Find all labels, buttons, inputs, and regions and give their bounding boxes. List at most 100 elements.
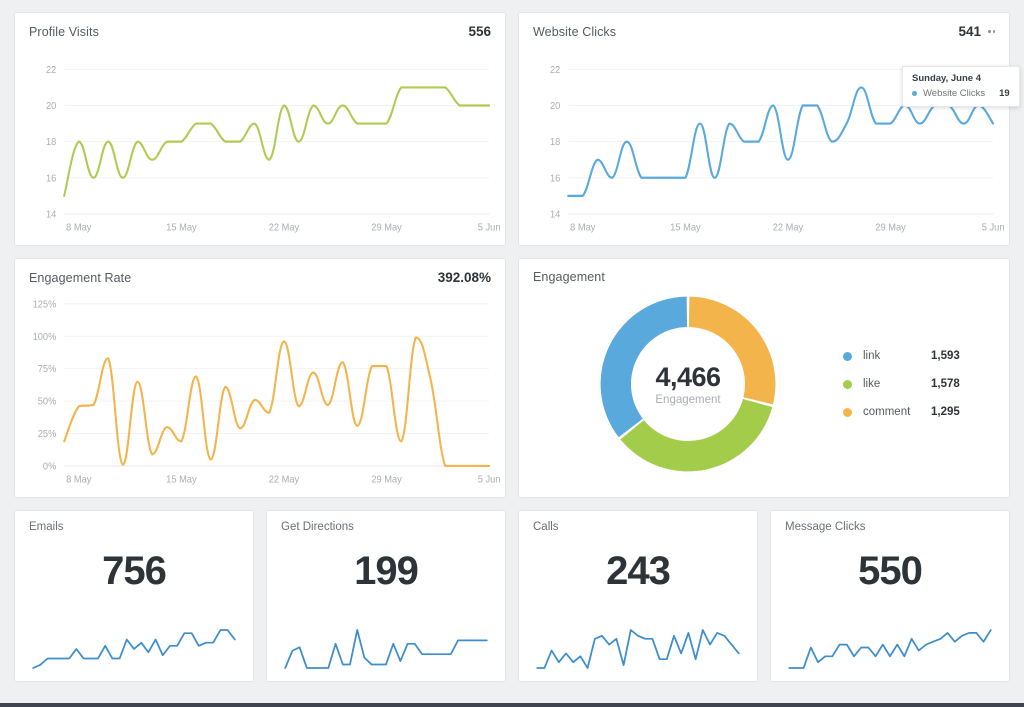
donut-chart-area: 4,466 Engagement link1,593 like1,578 comme… <box>519 284 1009 492</box>
stat-card-value: 550 <box>771 549 1009 594</box>
svg-text:29 May: 29 May <box>371 474 402 485</box>
stat-card-title: Calls <box>519 511 757 533</box>
svg-text:75%: 75% <box>38 364 57 375</box>
svg-text:8 May: 8 May <box>66 474 91 485</box>
tooltip-series-label: Website Clicks <box>923 88 985 99</box>
svg-text:16: 16 <box>46 173 56 184</box>
series-dot-icon <box>912 91 917 96</box>
svg-text:29 May: 29 May <box>371 222 402 233</box>
svg-text:50%: 50% <box>38 396 57 407</box>
stat-card: Emails 756 <box>14 510 254 682</box>
legend-dot-icon <box>843 380 852 389</box>
line-chart-engagement-rate: 0% 25% 50% 75% 100% 125% 8 May 15 May 22 May 29 M… <box>25 289 495 493</box>
card-title: Engagement Rate <box>29 271 131 285</box>
card-header-right: 556 <box>468 24 491 39</box>
dashboard-page: Profile Visits 556 14 16 18 20 22 8 May 15 May… <box>0 0 1024 707</box>
chart-tooltip: Sunday, June 4 Website Clicks 19 <box>902 66 1020 107</box>
legend-label: like <box>863 378 931 390</box>
card-header: Engagement Rate 392.08% <box>15 259 505 285</box>
chart-area-profile-visits: 14 16 18 20 22 8 May 15 May 22 May 29 May 5 Jun <box>15 39 505 241</box>
svg-text:18: 18 <box>550 137 560 148</box>
tooltip-title: Sunday, June 4 <box>912 73 1010 84</box>
svg-text:5 Jun: 5 Jun <box>982 222 1005 233</box>
sparkline-chart <box>533 625 743 671</box>
svg-text:125%: 125% <box>33 299 57 310</box>
svg-text:18: 18 <box>46 137 56 148</box>
svg-text:22 May: 22 May <box>773 222 804 233</box>
svg-text:5 Jun: 5 Jun <box>478 222 501 233</box>
card-website-clicks: Website Clicks 541 14 16 18 20 22 8 May 15 May… <box>518 12 1010 246</box>
legend-item[interactable]: comment1,295 <box>843 406 960 418</box>
sparkline-area <box>281 625 491 671</box>
card-header-right: 541 <box>958 24 995 39</box>
card-header: Profile Visits 556 <box>15 13 505 39</box>
legend-item[interactable]: link1,593 <box>843 350 960 362</box>
card-title: Profile Visits <box>29 25 99 39</box>
chart-area-engagement-rate: 0% 25% 50% 75% 100% 125% 8 May 15 May 22 May 29 M… <box>15 285 505 493</box>
window-bottom-edge <box>0 703 1024 707</box>
donut-legend: link1,593 like1,578 comment1,295 <box>843 350 960 418</box>
ellipsis-icon[interactable] <box>988 30 995 33</box>
stat-card-title: Emails <box>15 511 253 533</box>
stat-card: Get Directions 199 <box>266 510 506 682</box>
card-total-value: 392.08% <box>438 270 491 285</box>
stat-card: Message Clicks 550 <box>770 510 1010 682</box>
sparkline-area <box>29 625 239 671</box>
svg-text:14: 14 <box>550 209 561 220</box>
legend-value: 1,295 <box>931 406 960 418</box>
svg-text:16: 16 <box>550 173 560 184</box>
svg-text:20: 20 <box>550 101 560 112</box>
card-profile-visits: Profile Visits 556 14 16 18 20 22 8 May 15 May… <box>14 12 506 246</box>
sparkline-area <box>533 625 743 671</box>
card-total-value: 556 <box>468 24 491 39</box>
card-title: Website Clicks <box>533 25 616 39</box>
sparkline-area <box>785 625 995 671</box>
svg-text:15 May: 15 May <box>166 474 197 485</box>
legend-value: 1,578 <box>931 378 960 390</box>
tooltip-series-row: Website Clicks 19 <box>912 88 1010 99</box>
stat-card-title: Get Directions <box>267 511 505 533</box>
svg-text:15 May: 15 May <box>166 222 197 233</box>
line-chart-profile-visits: 14161820228 May15 May22 May29 May5 Jun <box>25 43 495 241</box>
svg-text:100%: 100% <box>33 332 57 343</box>
legend-item[interactable]: like1,578 <box>843 378 960 390</box>
charts-row-1: Profile Visits 556 14 16 18 20 22 8 May 15 May… <box>14 12 1010 246</box>
stat-card-value: 756 <box>15 549 253 594</box>
svg-text:14: 14 <box>46 209 57 220</box>
stat-cards-row: Emails756Get Directions199Calls243Messag… <box>14 510 1010 682</box>
legend-label: comment <box>863 406 931 418</box>
svg-text:25%: 25% <box>38 429 57 440</box>
svg-text:0%: 0% <box>43 461 57 472</box>
legend-dot-icon <box>843 352 852 361</box>
legend-label: link <box>863 350 931 362</box>
card-engagement-rate: Engagement Rate 392.08% 0% 25% 50% 75% 100% 1… <box>14 258 506 498</box>
svg-text:20: 20 <box>46 101 56 112</box>
stat-card-value: 199 <box>267 549 505 594</box>
svg-text:22 May: 22 May <box>269 474 300 485</box>
sparkline-chart <box>785 625 995 671</box>
card-title: Engagement <box>533 270 605 284</box>
card-header: Website Clicks 541 <box>519 13 1009 39</box>
svg-text:5 Jun: 5 Jun <box>478 474 501 485</box>
svg-text:22: 22 <box>46 65 56 76</box>
legend-dot-icon <box>843 408 852 417</box>
svg-text:8 May: 8 May <box>66 222 91 233</box>
svg-text:15 May: 15 May <box>670 222 701 233</box>
legend-value: 1,593 <box>931 350 960 362</box>
sparkline-chart <box>281 625 491 671</box>
donut-svg <box>593 289 783 479</box>
stat-card-title: Message Clicks <box>771 511 1009 533</box>
svg-text:8 May: 8 May <box>570 222 595 233</box>
donut-chart: 4,466 Engagement <box>593 289 783 479</box>
card-header: Engagement <box>519 259 1009 284</box>
stat-card: Calls243 <box>518 510 758 682</box>
tooltip-series-value: 19 <box>999 88 1010 99</box>
charts-row-2: Engagement Rate 392.08% 0% 25% 50% 75% 100% 1… <box>14 258 1010 498</box>
svg-text:29 May: 29 May <box>875 222 906 233</box>
svg-text:22 May: 22 May <box>269 222 300 233</box>
card-total-value: 541 <box>958 24 981 39</box>
card-engagement: Engagement 4,466 Engagement link1,593 lik… <box>518 258 1010 498</box>
sparkline-chart <box>29 625 239 671</box>
card-header-right: 392.08% <box>438 270 491 285</box>
svg-text:22: 22 <box>550 65 560 76</box>
